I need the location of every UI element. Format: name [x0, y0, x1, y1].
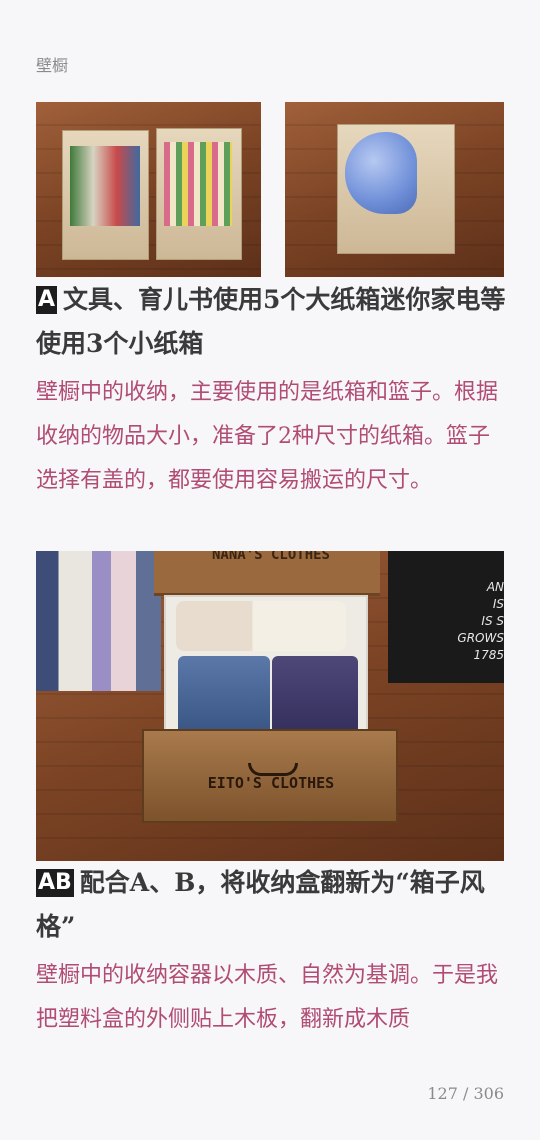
drawer-front-label: EITO'S CLOTHES — [207, 774, 335, 792]
photo-small-box — [285, 102, 504, 277]
photo-clothes-drawer: NANA'S CLOTHES AN IS IS S GROWS 1785 EIT… — [36, 551, 504, 861]
page-header: 壁橱 — [36, 56, 69, 75]
right-box-text: AN IS IS S GROWS 1785 — [457, 580, 504, 662]
page-number: 127 / 306 — [427, 1084, 504, 1103]
drawer-handle — [248, 763, 298, 776]
photo-large-boxes — [36, 102, 261, 277]
section-a-tag: A — [36, 286, 58, 314]
top-drawer-label: NANA'S CLOTHES — [211, 551, 330, 563]
section-a-heading: A 文具、育儿书使用5个大纸箱迷你家电等使用3个小纸箱 — [36, 285, 506, 358]
section-ab-heading: AB 配合A、B，将收纳盒翻新为“箱子风格” — [36, 868, 485, 941]
section-ab-tag: AB — [36, 869, 74, 897]
section-a-body: 壁橱中的收纳，主要使用的是纸箱和篮子。根据收纳的物品大小，准备了2种尺寸的纸箱。… — [36, 380, 499, 493]
section-ab-body: 壁橱中的收纳容器以木质、自然为基调。于是我把塑料盒的外侧贴上木板，翻新成木质 — [36, 963, 499, 1032]
